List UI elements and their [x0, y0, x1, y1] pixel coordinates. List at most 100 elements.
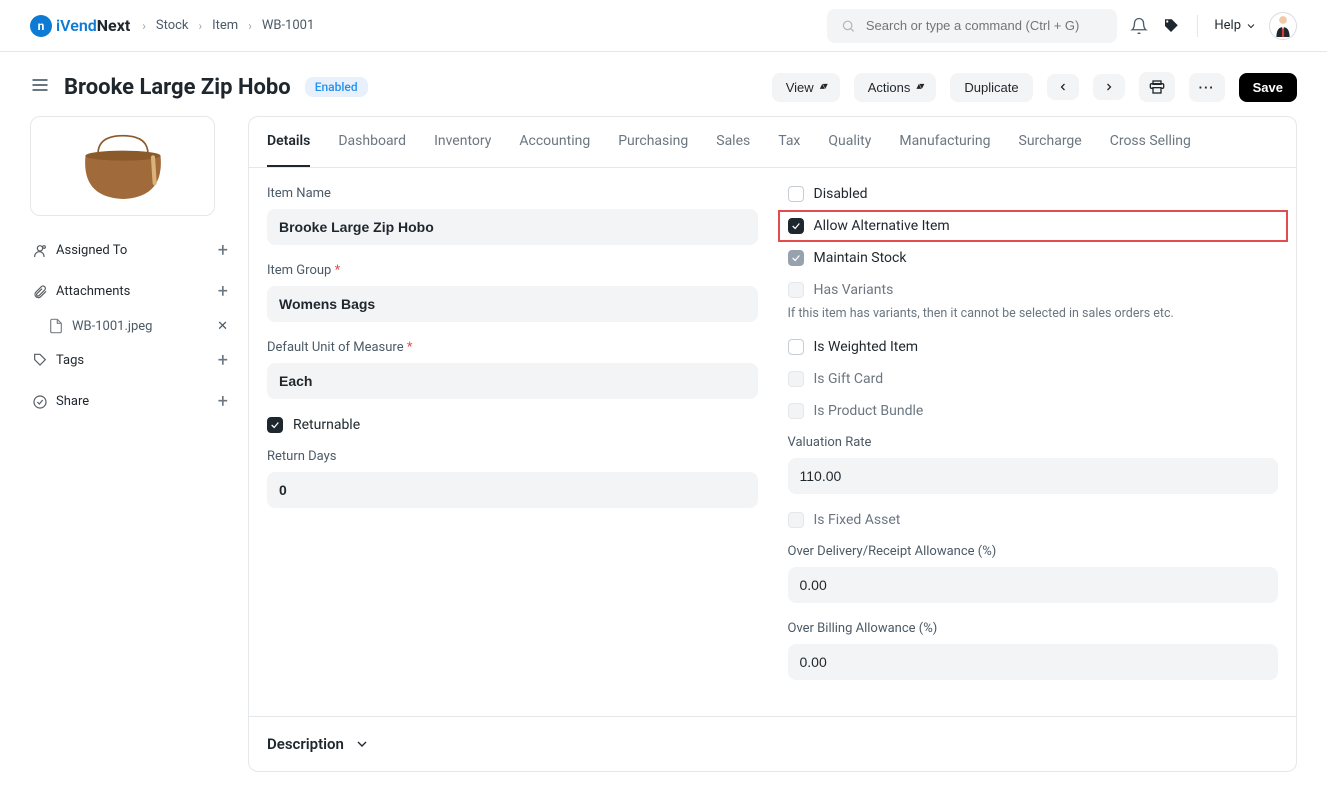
tag-icon[interactable]	[1161, 16, 1181, 36]
item-image[interactable]	[30, 116, 215, 216]
chevron-left-icon	[1057, 81, 1069, 93]
tab-quality[interactable]: Quality	[828, 117, 871, 167]
bell-icon[interactable]	[1129, 16, 1149, 36]
status-badge: Enabled	[305, 77, 368, 97]
print-button[interactable]	[1139, 72, 1175, 102]
printer-icon	[1149, 79, 1165, 95]
actions-button[interactable]: Actions▴▾	[854, 73, 937, 102]
returnable-checkbox[interactable]	[267, 417, 283, 433]
tab-dashboard[interactable]: Dashboard	[338, 117, 406, 167]
maintain-stock-checkbox[interactable]	[788, 250, 804, 266]
tabs: Details Dashboard Inventory Accounting P…	[249, 117, 1296, 168]
is-bundle-label: Is Product Bundle	[814, 403, 924, 419]
app-logo[interactable]: n iVendNext	[30, 15, 130, 37]
over-billing-input[interactable]	[788, 644, 1279, 680]
tab-surcharge[interactable]: Surcharge	[1019, 117, 1082, 167]
breadcrumb-stock[interactable]: Stock	[156, 18, 189, 33]
duplicate-button[interactable]: Duplicate	[950, 73, 1032, 102]
tab-sales[interactable]: Sales	[716, 117, 750, 167]
assigned-to-label: Assigned To	[56, 243, 127, 258]
chevron-down-icon	[354, 736, 370, 752]
tab-purchasing[interactable]: Purchasing	[618, 117, 688, 167]
breadcrumb: › Stock › Item › WB-1001	[142, 18, 314, 33]
select-icon: ▴▾	[820, 82, 826, 92]
assigned-icon	[32, 243, 48, 259]
maintain-stock-label: Maintain Stock	[814, 250, 907, 266]
item-group-input[interactable]	[267, 286, 758, 322]
add-tag-button[interactable]: +	[218, 350, 228, 371]
menu-toggle-icon[interactable]	[30, 75, 50, 99]
add-assignee-button[interactable]: +	[218, 240, 228, 261]
is-weighted-checkbox[interactable]	[788, 339, 804, 355]
over-billing-label: Over Billing Allowance (%)	[788, 621, 1279, 636]
valuation-rate-input[interactable]	[788, 458, 1279, 494]
is-gift-card-checkbox[interactable]	[788, 371, 804, 387]
uom-input[interactable]	[267, 363, 758, 399]
tab-cross-selling[interactable]: Cross Selling	[1110, 117, 1191, 167]
global-search[interactable]	[827, 9, 1117, 43]
search-input[interactable]	[866, 18, 1104, 33]
file-icon	[48, 318, 64, 334]
remove-attachment-button[interactable]: ✕	[217, 319, 228, 334]
is-fixed-asset-checkbox[interactable]	[788, 512, 804, 528]
item-group-label: Item Group *	[267, 263, 758, 278]
allow-alternative-highlight: Allow Alternative Item	[778, 210, 1289, 242]
save-button[interactable]: Save	[1239, 73, 1297, 102]
avatar[interactable]	[1269, 12, 1297, 40]
tab-accounting[interactable]: Accounting	[519, 117, 590, 167]
tab-manufacturing[interactable]: Manufacturing	[899, 117, 990, 167]
attachments-label: Attachments	[56, 284, 130, 299]
return-days-input[interactable]	[267, 472, 758, 508]
breadcrumb-code[interactable]: WB-1001	[262, 18, 314, 33]
chevron-right-icon: ›	[142, 19, 146, 33]
has-variants-help: If this item has variants, then it canno…	[788, 306, 1279, 321]
help-dropdown[interactable]: Help	[1214, 18, 1257, 33]
returnable-label: Returnable	[293, 417, 360, 433]
uom-label: Default Unit of Measure *	[267, 340, 758, 355]
disabled-checkbox[interactable]	[788, 186, 804, 202]
is-bundle-checkbox[interactable]	[788, 403, 804, 419]
prev-button[interactable]	[1047, 74, 1079, 100]
tab-inventory[interactable]: Inventory	[434, 117, 491, 167]
over-delivery-input[interactable]	[788, 567, 1279, 603]
attachment-filename[interactable]: WB-1001.jpeg	[72, 319, 152, 334]
next-button[interactable]	[1093, 74, 1125, 100]
tags-icon	[32, 353, 48, 369]
is-weighted-label: Is Weighted Item	[814, 339, 919, 355]
share-icon	[32, 394, 48, 410]
chevron-down-icon	[1245, 20, 1257, 32]
search-icon	[841, 18, 856, 34]
has-variants-checkbox[interactable]	[788, 282, 804, 298]
description-label: Description	[267, 735, 344, 753]
add-attachment-button[interactable]: +	[218, 281, 228, 302]
chevron-right-icon	[1103, 81, 1115, 93]
allow-alternative-checkbox[interactable]	[788, 218, 804, 234]
actions-label: Actions	[868, 80, 911, 95]
has-variants-label: Has Variants	[814, 282, 894, 298]
description-section-toggle[interactable]: Description	[249, 716, 1296, 771]
page-title: Brooke Large Zip Hobo	[64, 75, 291, 100]
is-fixed-asset-label: Is Fixed Asset	[814, 512, 901, 528]
chevron-right-icon: ›	[199, 19, 203, 33]
view-button[interactable]: View▴▾	[772, 73, 840, 102]
breadcrumb-item[interactable]: Item	[212, 18, 238, 33]
over-delivery-label: Over Delivery/Receipt Allowance (%)	[788, 544, 1279, 559]
help-label: Help	[1214, 18, 1241, 33]
add-share-button[interactable]: +	[218, 391, 228, 412]
tab-details[interactable]: Details	[267, 117, 310, 167]
item-name-label: Item Name	[267, 186, 758, 201]
allow-alternative-label: Allow Alternative Item	[814, 218, 950, 234]
logo-icon: n	[30, 15, 52, 37]
more-button[interactable]: ···	[1189, 73, 1225, 102]
attachments-icon	[32, 284, 48, 300]
ellipsis-icon: ···	[1199, 80, 1215, 95]
item-name-input[interactable]	[267, 209, 758, 245]
is-gift-card-label: Is Gift Card	[814, 371, 884, 387]
disabled-label: Disabled	[814, 186, 868, 202]
chevron-right-icon: ›	[248, 19, 252, 33]
return-days-label: Return Days	[267, 449, 758, 464]
brand-part1: iVend	[56, 16, 97, 35]
valuation-rate-label: Valuation Rate	[788, 435, 1279, 450]
tab-tax[interactable]: Tax	[778, 117, 800, 167]
brand-part2: Next	[97, 16, 130, 35]
